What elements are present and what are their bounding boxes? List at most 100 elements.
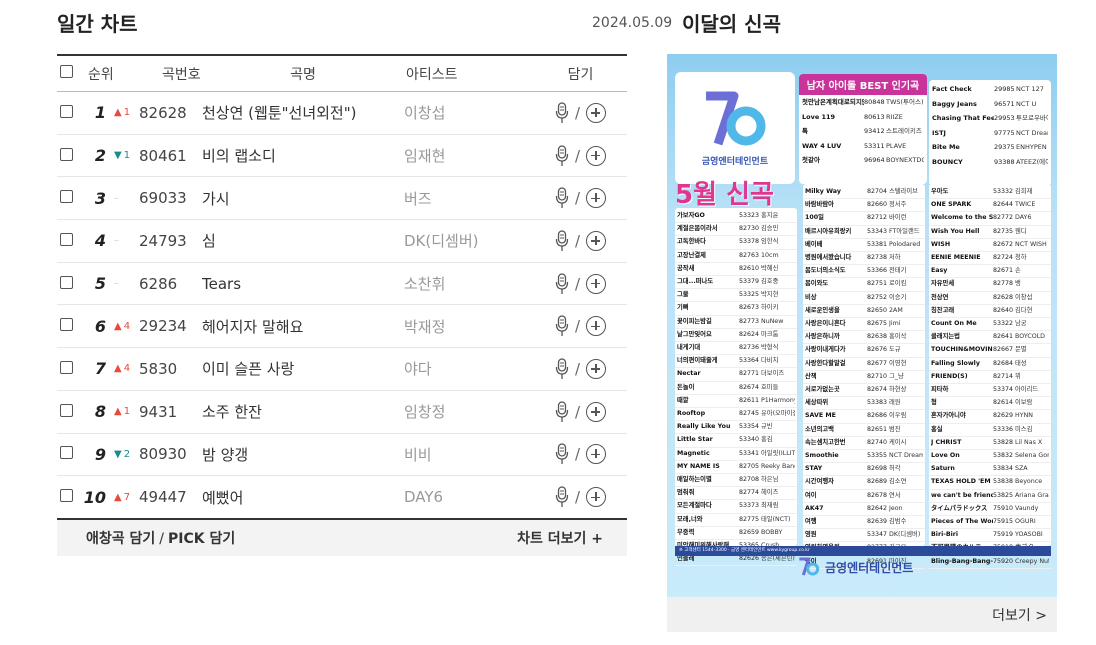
row-checkbox[interactable]: [60, 446, 73, 460]
daily-chart-table: 순위 곡번호 곡명 아티스트 담기 1 ▲ 1 82628 천상연 (웹툰"선녀외전")…: [57, 54, 627, 519]
song-title[interactable]: 가시: [202, 188, 404, 209]
song-number: 9431: [139, 402, 178, 421]
poster-song-title: Easy: [931, 267, 948, 275]
save-actions: /: [534, 272, 627, 295]
rank-change-value: 1: [123, 406, 131, 418]
poster-song-title: 바람바람아: [805, 201, 834, 209]
select-all-checkbox[interactable]: [60, 65, 73, 78]
poster-song-title: BOUNCY: [932, 157, 963, 166]
song-number: 49447: [139, 488, 187, 507]
poster-song-title: ISTJ: [932, 128, 946, 137]
row-checkbox[interactable]: [60, 489, 73, 503]
song-artist[interactable]: 야다: [404, 358, 534, 379]
song-artist[interactable]: 버즈: [404, 188, 534, 209]
poster-song-row: Bling-Bang-Bang-Born75920Creepy Nuts: [929, 556, 1051, 569]
poster-song-row: 날그만잊어요 82624 마크툽: [675, 329, 797, 343]
poster-song-artist: 다비치: [761, 357, 779, 365]
header-rank: 순위: [88, 66, 114, 83]
row-checkbox[interactable]: [60, 275, 73, 289]
add-plus-icon[interactable]: [586, 145, 607, 166]
microphone-icon[interactable]: [555, 230, 569, 252]
action-separator: /: [574, 488, 581, 507]
poster-song-number: 82674: [739, 383, 760, 391]
table-row: 3–69033 가시 버즈 /: [57, 177, 627, 221]
song-artist[interactable]: 임창정: [404, 401, 534, 422]
microphone-icon[interactable]: [555, 401, 569, 423]
poster-song-artist: TWICE: [1015, 201, 1036, 209]
song-title[interactable]: 예뻤어: [202, 487, 404, 508]
poster-song-row: FRIEND(S) 82714 뷔: [929, 371, 1051, 385]
row-checkbox[interactable]: [60, 318, 73, 332]
poster-song-number: 82684: [993, 359, 1014, 367]
row-checkbox[interactable]: [60, 360, 73, 374]
song-title[interactable]: 비의 랩소디: [202, 145, 404, 166]
poster-song-row: BOUNCY 93388ATEEZ(에이티즈): [929, 155, 1051, 170]
poster-song-row: 가보자GO 53323 홍지윤: [675, 210, 797, 224]
poster-song-title: 홍실: [931, 425, 943, 433]
poster-song-row: Magnetic 53341 아일릿(ILLIT): [675, 448, 797, 461]
song-artist[interactable]: 박재정: [404, 316, 534, 337]
song-artist[interactable]: 비비: [404, 444, 534, 465]
song-title[interactable]: 천상연 (웹툰"선녀외전"): [202, 102, 404, 123]
song-artist[interactable]: 이창섭: [404, 102, 534, 123]
poster-song-title: Saturn: [931, 465, 955, 473]
poster-song-title: 사랑은하니까: [805, 333, 840, 341]
song-artist[interactable]: 임재현: [404, 145, 534, 166]
add-plus-icon[interactable]: [586, 401, 607, 422]
song-title[interactable]: Tears: [202, 275, 404, 293]
microphone-icon[interactable]: [555, 102, 569, 124]
song-artist[interactable]: 소찬휘: [404, 273, 534, 294]
header-save: 담기: [567, 66, 594, 83]
song-title[interactable]: 소주 한잔: [202, 401, 404, 422]
favorite-save-button[interactable]: 애창곡 담기: [86, 531, 155, 547]
microphone-icon[interactable]: [555, 443, 569, 465]
microphone-icon[interactable]: [555, 187, 569, 209]
poster-song-title: TOUCHIN&MOVIN: [931, 346, 993, 354]
poster-song-number: 75915: [993, 518, 1014, 526]
new-songs-poster[interactable]: 금영엔터테인먼트 남자 아이돌 BEST 인기곡 첫만남은계획대로되지않아808…: [667, 54, 1057, 602]
row-check-cell: [57, 275, 82, 293]
song-artist[interactable]: DAY6: [404, 488, 534, 506]
add-plus-icon[interactable]: [586, 273, 607, 294]
microphone-icon[interactable]: [555, 486, 569, 508]
microphone-icon[interactable]: [555, 272, 569, 295]
poster-song-title: 모든계절마다: [677, 502, 712, 510]
row-check-cell: [57, 189, 82, 207]
row-checkbox[interactable]: [60, 147, 73, 161]
add-plus-icon[interactable]: [586, 230, 607, 251]
add-plus-icon[interactable]: [586, 316, 607, 337]
song-title[interactable]: 헤어지자 말해요: [202, 316, 404, 337]
poster-song-artist: 박혜신: [761, 264, 779, 272]
poster-song-title: 혼자가아니야: [931, 412, 966, 420]
add-plus-icon[interactable]: [586, 487, 607, 508]
chart-more-link[interactable]: 차트 더보기 +: [517, 528, 603, 548]
row-checkbox[interactable]: [60, 232, 73, 246]
rank-cell: 4–: [82, 231, 136, 250]
song-artist[interactable]: DK(디셈버): [404, 230, 534, 251]
row-checkbox[interactable]: [60, 403, 73, 417]
poster-song-title: 자유만세: [931, 280, 955, 288]
row-checkbox[interactable]: [60, 104, 73, 118]
microphone-icon[interactable]: [555, 315, 569, 337]
microphone-icon[interactable]: [555, 144, 569, 167]
song-title[interactable]: 이미 슬픈 사랑: [202, 358, 404, 379]
pick-save-button[interactable]: PICK 담기: [168, 531, 235, 547]
rank-cell: 10 ▲ 7: [82, 488, 136, 507]
song-title[interactable]: 심: [202, 230, 404, 251]
add-plus-icon[interactable]: [586, 444, 607, 465]
row-checkbox[interactable]: [60, 190, 73, 204]
new-songs-more-link[interactable]: 더보기 >: [992, 605, 1047, 625]
add-plus-icon[interactable]: [586, 188, 607, 209]
poster-song-number: 82705: [739, 462, 760, 470]
microphone-icon[interactable]: [555, 358, 569, 380]
add-plus-icon[interactable]: [586, 102, 607, 123]
add-plus-icon[interactable]: [586, 358, 607, 379]
song-title[interactable]: 밤 양갱: [202, 444, 404, 465]
poster-song-number: 53347: [867, 531, 888, 539]
poster-song-title: 사랑은이니흔다: [805, 320, 846, 328]
poster-song-title: 칭찬고래: [931, 306, 955, 314]
poster-song-artist: 김소연: [889, 478, 907, 486]
new-songs-date: 2024.05.09: [592, 15, 673, 31]
poster-song-title: 사랑이내게다가: [805, 346, 846, 354]
poster-song-title: Pieces of The World: [931, 518, 993, 526]
